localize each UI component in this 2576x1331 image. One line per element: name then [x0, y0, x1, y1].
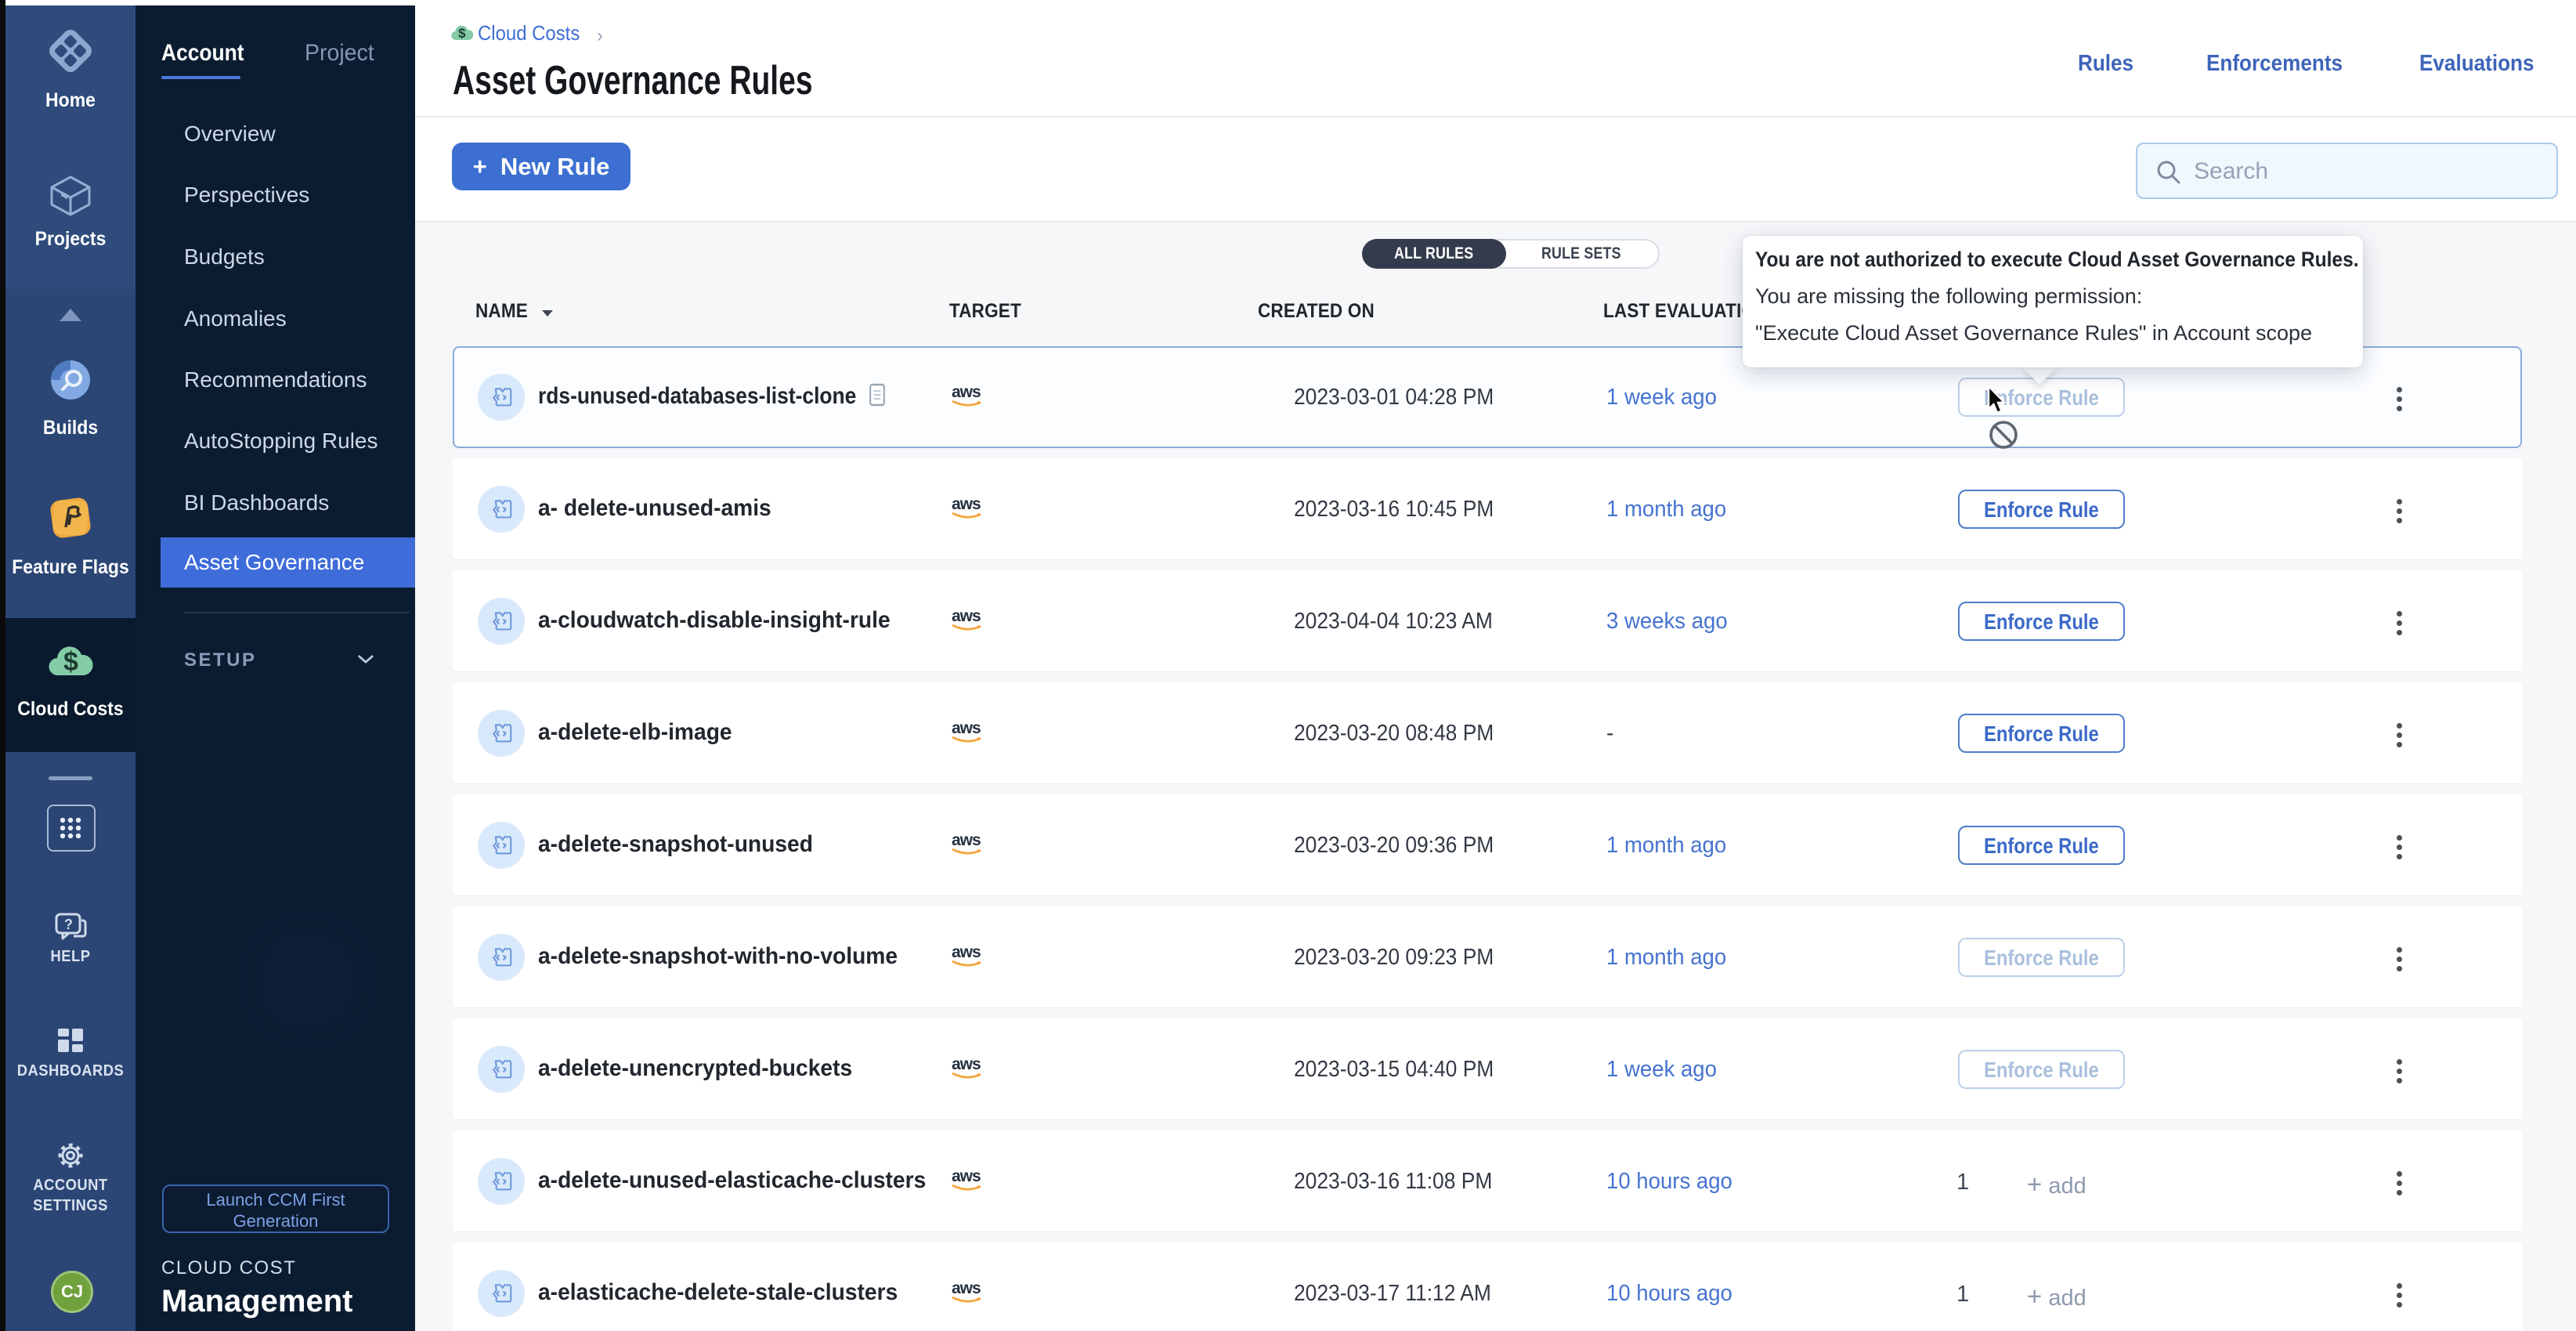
svg-text:aws: aws — [952, 495, 981, 513]
svg-text:aws: aws — [952, 1055, 981, 1073]
svg-text:aws: aws — [952, 831, 981, 849]
svg-text:$: $ — [458, 26, 466, 41]
svg-text:aws: aws — [952, 1167, 981, 1185]
svg-text:aws: aws — [952, 719, 981, 737]
svg-text:aws: aws — [952, 383, 981, 401]
svg-text:aws: aws — [952, 1279, 981, 1297]
svg-text:?: ? — [64, 917, 73, 932]
svg-text:aws: aws — [952, 943, 981, 961]
svg-text:aws: aws — [952, 607, 981, 625]
svg-text:$: $ — [63, 647, 78, 677]
